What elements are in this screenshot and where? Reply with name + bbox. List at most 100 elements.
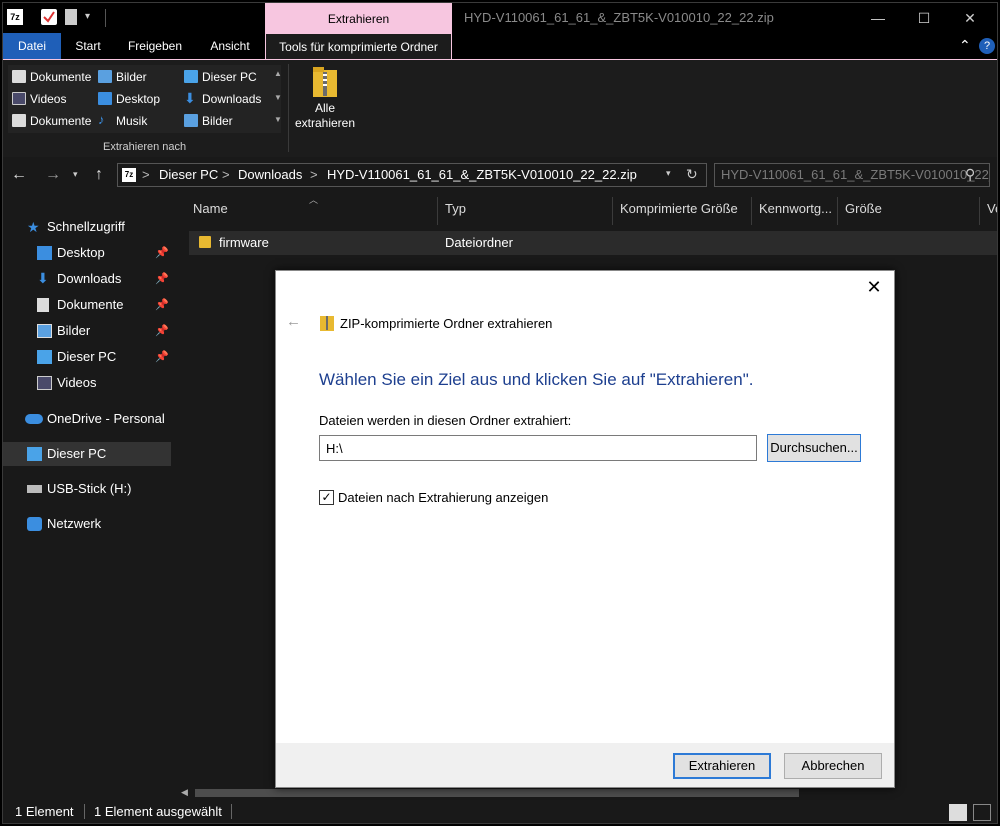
sidebar-item-pictures[interactable]: Bilder 📌	[35, 319, 175, 343]
back-arrow-icon[interactable]: ←	[11, 166, 27, 184]
tab-file[interactable]: Datei	[3, 33, 61, 59]
group-label-extract-to: Extrahieren nach	[103, 141, 187, 153]
videos-icon	[12, 92, 26, 105]
collapse-ribbon-icon[interactable]: ⌃	[959, 37, 971, 54]
column-divider[interactable]	[437, 197, 438, 225]
dialog-back-arrow-icon[interactable]: ←	[286, 313, 301, 330]
close-button[interactable]: ✕	[947, 3, 993, 33]
status-divider	[231, 804, 232, 819]
help-icon[interactable]: ?	[979, 38, 995, 54]
breadcrumb-this-pc[interactable]: Dieser PC	[159, 167, 218, 182]
gallery-scroll-down-icon[interactable]: ▼	[274, 93, 282, 102]
column-header-version[interactable]: Ve	[987, 201, 997, 216]
star-icon: ★	[27, 219, 40, 235]
destination-path-input[interactable]: H:\	[319, 435, 757, 461]
dialog-close-button[interactable]: ✕	[864, 277, 884, 298]
dest-label: Musik	[116, 114, 148, 128]
extract-button[interactable]: Extrahieren	[673, 753, 771, 779]
cancel-button[interactable]: Abbrechen	[784, 753, 882, 779]
dest-downloads[interactable]: ⬇ Downloads	[182, 89, 261, 109]
show-files-label[interactable]: Dateien nach Extrahierung anzeigen	[338, 490, 548, 505]
column-divider[interactable]	[837, 197, 838, 225]
dest-label: Downloads	[202, 92, 262, 106]
horizontal-scrollbar[interactable]: ◀	[175, 787, 997, 799]
sidebar-label: Dieser PC	[47, 446, 107, 461]
pin-icon: 📌	[155, 299, 169, 311]
pictures-icon	[37, 324, 52, 338]
sidebar-item-quick-access[interactable]: ★ Schnellzugriff	[25, 215, 175, 239]
dest-pictures[interactable]: Bilder	[96, 67, 147, 87]
gallery-expand-icon[interactable]: ▼	[274, 115, 282, 124]
breadcrumb-downloads[interactable]: Downloads	[238, 167, 302, 182]
breadcrumb-zip[interactable]: HYD-V110061_61_61_&_ZBT5K-V010010_22_22.…	[327, 167, 637, 182]
tab-start[interactable]: Start	[61, 33, 115, 59]
column-divider[interactable]	[612, 197, 613, 225]
tab-view[interactable]: Ansicht	[195, 33, 265, 59]
sidebar-item-videos[interactable]: Videos	[35, 371, 175, 395]
column-header-password[interactable]: Kennwortg...	[759, 201, 832, 216]
column-divider[interactable]	[751, 197, 752, 225]
sidebar-item-desktop[interactable]: Desktop 📌	[35, 241, 175, 265]
search-icon[interactable]: ⚲	[965, 166, 975, 183]
sidebar-item-documents[interactable]: Dokumente 📌	[35, 293, 175, 317]
scrollbar-thumb[interactable]	[195, 789, 799, 797]
pin-icon: 📌	[155, 325, 169, 337]
sidebar-item-downloads[interactable]: ⬇ Downloads 📌	[35, 267, 175, 291]
details-view-icon[interactable]	[949, 804, 967, 821]
scroll-left-icon[interactable]: ◀	[181, 787, 188, 798]
forward-arrow-icon[interactable]: →	[45, 166, 61, 184]
sidebar-item-onedrive[interactable]: OneDrive - Personal	[25, 407, 175, 431]
dest-label: Bilder	[116, 70, 147, 84]
sidebar-item-usb[interactable]: USB-Stick (H:)	[25, 477, 175, 501]
destination-label: Dateien werden in diesen Ordner extrahie…	[319, 413, 572, 428]
breadcrumb-separator[interactable]: >	[310, 167, 318, 182]
tab-compressed-folder-tools[interactable]: Tools für komprimierte Ordner	[265, 33, 452, 59]
address-bar[interactable]: 7z > Dieser PC > Downloads > HYD-V110061…	[117, 163, 707, 187]
recent-locations-icon[interactable]: ▾	[73, 169, 78, 180]
properties-icon[interactable]	[41, 9, 57, 25]
column-header-type[interactable]: Typ	[445, 201, 466, 216]
pin-icon: 📌	[155, 273, 169, 285]
dest-pictures-2[interactable]: Bilder	[182, 111, 233, 131]
large-icons-view-icon[interactable]	[973, 804, 991, 821]
dialog-footer: Extrahieren Abbrechen	[276, 743, 894, 787]
breadcrumb-separator[interactable]: >	[142, 167, 150, 182]
dest-label: Videos	[30, 92, 67, 106]
dest-label: Desktop	[116, 92, 161, 106]
up-arrow-icon[interactable]: ↑	[95, 166, 103, 184]
breadcrumb-separator[interactable]: >	[222, 167, 230, 182]
dest-this-pc[interactable]: Dieser PC	[182, 67, 257, 87]
address-dropdown-icon[interactable]: ▾	[666, 168, 671, 179]
browse-button[interactable]: Durchsuchen...	[767, 434, 861, 462]
refresh-icon[interactable]: ↻	[686, 166, 698, 183]
sidebar-item-network[interactable]: Netzwerk	[25, 512, 175, 536]
zip-folder-icon	[312, 66, 338, 98]
dest-documents-2[interactable]: Dokumente	[10, 111, 91, 131]
search-input[interactable]: HYD-V110061_61_61_&_ZBT5K-V010010_22_22.…	[714, 163, 990, 187]
column-header-name[interactable]: Name	[193, 201, 228, 216]
sidebar-item-this-pc[interactable]: Dieser PC	[3, 442, 171, 466]
column-divider[interactable]	[979, 197, 980, 225]
table-row[interactable]: firmware Dateiordner	[189, 231, 997, 255]
pictures-icon	[98, 70, 112, 83]
sidebar-item-this-pc-pinned[interactable]: Dieser PC 📌	[35, 345, 175, 369]
gallery-scroll-up-icon[interactable]: ▲	[274, 69, 282, 78]
new-folder-icon[interactable]	[65, 9, 77, 25]
sidebar-label: Desktop	[57, 245, 105, 260]
column-header-size[interactable]: Größe	[845, 201, 882, 216]
pin-icon: 📌	[155, 351, 169, 363]
extract-all-button[interactable]: Alle extrahieren	[293, 64, 357, 138]
dialog-title: ZIP-komprimierte Ordner extrahieren	[340, 316, 553, 331]
dest-documents[interactable]: Dokumente	[10, 67, 91, 87]
dest-desktop[interactable]: Desktop	[96, 89, 160, 109]
app-7zip-icon: 7z	[7, 9, 23, 25]
minimize-button[interactable]: —	[855, 3, 901, 33]
maximize-button[interactable]: ☐	[901, 3, 947, 33]
dest-videos[interactable]: Videos	[10, 89, 66, 109]
column-header-compressed-size[interactable]: Komprimierte Größe	[620, 201, 738, 216]
tab-share[interactable]: Freigeben	[115, 33, 195, 59]
customize-quick-access-icon[interactable]: ▾	[85, 9, 101, 25]
dest-music[interactable]: ♪ Musik	[96, 111, 147, 131]
show-files-checkbox[interactable]: ✓	[319, 490, 334, 505]
computer-icon	[184, 70, 198, 83]
